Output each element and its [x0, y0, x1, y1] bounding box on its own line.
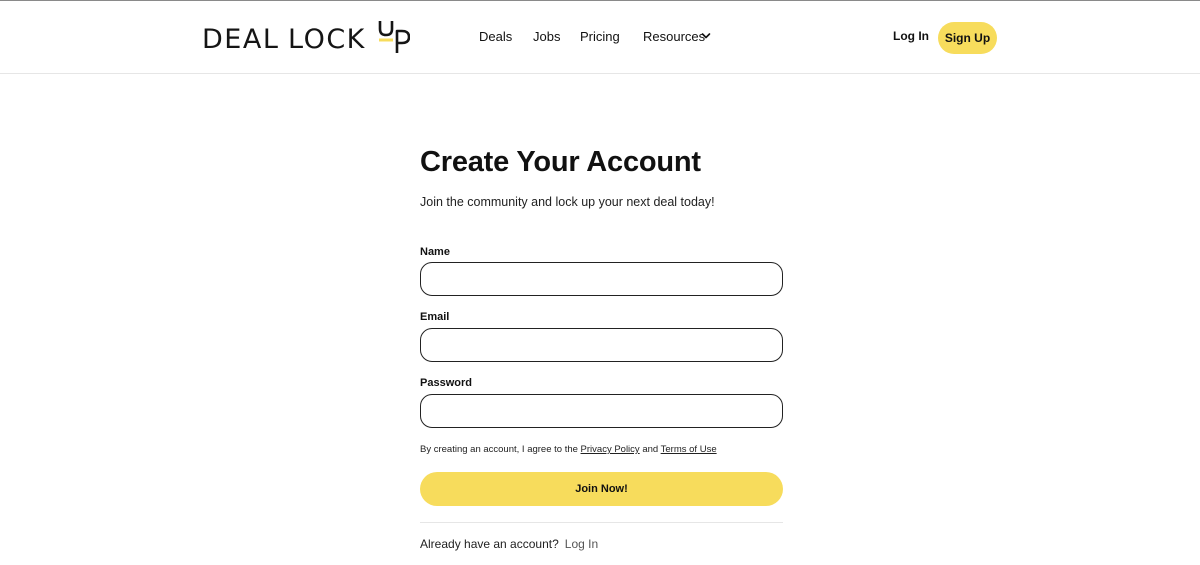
- terms-of-use-link[interactable]: Terms of Use: [661, 444, 717, 455]
- nav-resources[interactable]: Resources: [643, 29, 705, 44]
- agreement-and: and: [642, 444, 659, 455]
- logo-word-lock: LOCK: [288, 24, 366, 55]
- logo-up-mark: [378, 21, 410, 53]
- nav-pricing[interactable]: Pricing: [580, 29, 620, 44]
- page-subtitle: Join the community and lock up your next…: [420, 195, 715, 209]
- existing-account-question: Already have an account?: [420, 537, 559, 551]
- footer-login-link[interactable]: Log In: [565, 537, 598, 551]
- join-now-button[interactable]: Join Now!: [420, 472, 783, 506]
- header-login-link[interactable]: Log In: [893, 29, 929, 43]
- agreement-text: By creating an account, I agree to the P…: [420, 444, 717, 455]
- nav-jobs[interactable]: Jobs: [533, 29, 560, 44]
- site-header: DEAL LOCK Deals Jobs Pricing Resources L…: [0, 1, 1200, 74]
- name-field[interactable]: [420, 262, 783, 296]
- email-label: Email: [420, 311, 450, 323]
- page-title: Create Your Account: [420, 146, 701, 178]
- agreement-prefix: By creating an account, I agree to the: [420, 444, 578, 455]
- logo-word-deal: DEAL: [202, 24, 280, 55]
- chevron-down-icon[interactable]: [701, 32, 711, 40]
- password-label: Password: [420, 377, 472, 389]
- email-field[interactable]: [420, 328, 783, 362]
- nav-deals[interactable]: Deals: [479, 29, 512, 44]
- form-divider: [420, 522, 783, 523]
- existing-account-prompt: Already have an account? Log In: [420, 537, 598, 551]
- signup-button[interactable]: Sign Up: [938, 22, 997, 54]
- privacy-policy-link[interactable]: Privacy Policy: [581, 444, 640, 455]
- name-label: Name: [420, 246, 450, 258]
- password-field[interactable]: [420, 394, 783, 428]
